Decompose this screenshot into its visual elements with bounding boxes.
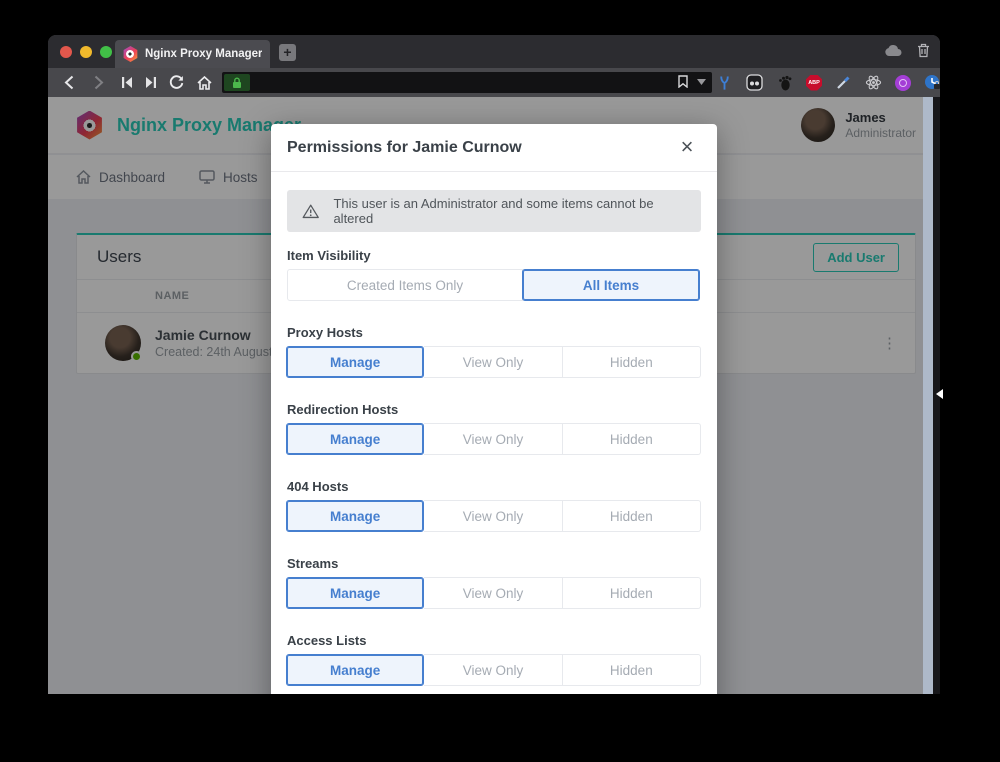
option-created-items-only[interactable]: Created Items Only xyxy=(287,269,523,301)
browser-window: Nginx Proxy Manager + xyxy=(48,35,940,694)
reload-button[interactable] xyxy=(164,68,188,97)
skip-back-icon[interactable] xyxy=(116,68,138,97)
section-label-redirection-hosts: Redirection Hosts xyxy=(287,402,701,417)
vertical-scrollbar[interactable] xyxy=(923,97,933,694)
clock-lock-icon[interactable] xyxy=(924,74,940,91)
tab-title: Nginx Proxy Manager xyxy=(145,48,262,60)
home-button[interactable] xyxy=(192,68,216,97)
option-view-only[interactable]: View Only xyxy=(424,500,562,532)
modal-title: Permissions for Jamie Curnow xyxy=(287,139,522,156)
back-button[interactable] xyxy=(58,68,80,97)
option-view-only[interactable]: View Only xyxy=(424,423,562,455)
warning-triangle-icon xyxy=(301,202,320,221)
section-label-access-lists: Access Lists xyxy=(287,633,701,648)
option-all-items[interactable]: All Items xyxy=(522,269,700,301)
section-label-streams: Streams xyxy=(287,556,701,571)
option-view-only[interactable]: View Only xyxy=(424,346,562,378)
404-hosts-options: Manage View Only Hidden xyxy=(287,500,701,532)
section-label-visibility: Item Visibility xyxy=(287,248,701,263)
option-hidden[interactable]: Hidden xyxy=(563,500,701,532)
cloud-sync-icon[interactable] xyxy=(884,44,903,57)
atom-icon[interactable] xyxy=(865,74,882,91)
option-hidden[interactable]: Hidden xyxy=(563,654,701,686)
bookmark-dropdown-icon[interactable] xyxy=(697,79,706,85)
url-bar[interactable] xyxy=(222,72,712,93)
trash-icon[interactable] xyxy=(917,43,930,58)
option-manage[interactable]: Manage xyxy=(286,577,424,609)
alert-text: This user is an Administrator and some i… xyxy=(333,196,687,226)
option-hidden[interactable]: Hidden xyxy=(563,423,701,455)
page-viewport: Nginx Proxy Manager James Administrator … xyxy=(48,97,940,694)
skip-forward-icon[interactable] xyxy=(140,68,162,97)
window-resize-arrow[interactable] xyxy=(936,389,943,399)
minimize-window-button[interactable] xyxy=(80,46,92,58)
option-view-only[interactable]: View Only xyxy=(424,654,562,686)
option-hidden[interactable]: Hidden xyxy=(563,577,701,609)
permissions-modal: Permissions for Jamie Curnow × This user… xyxy=(271,124,717,694)
proxy-hosts-options: Manage View Only Hidden xyxy=(287,346,701,378)
new-tab-button[interactable]: + xyxy=(279,44,296,61)
browser-tab[interactable]: Nginx Proxy Manager xyxy=(115,40,270,68)
bookmark-icon[interactable] xyxy=(678,75,688,88)
browser-titlebar: Nginx Proxy Manager + xyxy=(48,35,940,68)
https-lock-icon[interactable] xyxy=(224,74,250,91)
abp-icon[interactable]: ABP xyxy=(806,75,822,91)
section-label-404-hosts: 404 Hosts xyxy=(287,479,701,494)
eyedropper-icon[interactable] xyxy=(835,74,852,91)
zoom-window-button[interactable] xyxy=(100,46,112,58)
admin-warning-alert: This user is an Administrator and some i… xyxy=(287,190,701,232)
section-label-proxy-hosts: Proxy Hosts xyxy=(287,325,701,340)
access-lists-options: Manage View Only Hidden xyxy=(287,654,701,686)
option-view-only[interactable]: View Only xyxy=(424,577,562,609)
visibility-options: Created Items Only All Items xyxy=(287,269,701,301)
containers-icon[interactable] xyxy=(746,74,763,91)
close-icon[interactable]: × xyxy=(673,133,701,161)
browser-toolbar: ABP xyxy=(48,68,940,97)
option-manage[interactable]: Manage xyxy=(286,654,424,686)
gnome-foot-icon[interactable] xyxy=(776,74,793,91)
option-manage[interactable]: Manage xyxy=(286,500,424,532)
divining-rod-icon[interactable] xyxy=(716,74,733,91)
option-manage[interactable]: Manage xyxy=(286,346,424,378)
redirection-hosts-options: Manage View Only Hidden xyxy=(287,423,701,455)
option-hidden[interactable]: Hidden xyxy=(563,346,701,378)
traffic-lights xyxy=(60,46,112,58)
close-window-button[interactable] xyxy=(60,46,72,58)
forward-button[interactable] xyxy=(88,68,110,97)
purple-badge-icon[interactable] xyxy=(895,75,911,91)
option-manage[interactable]: Manage xyxy=(286,423,424,455)
tab-favicon xyxy=(123,46,138,62)
streams-options: Manage View Only Hidden xyxy=(287,577,701,609)
